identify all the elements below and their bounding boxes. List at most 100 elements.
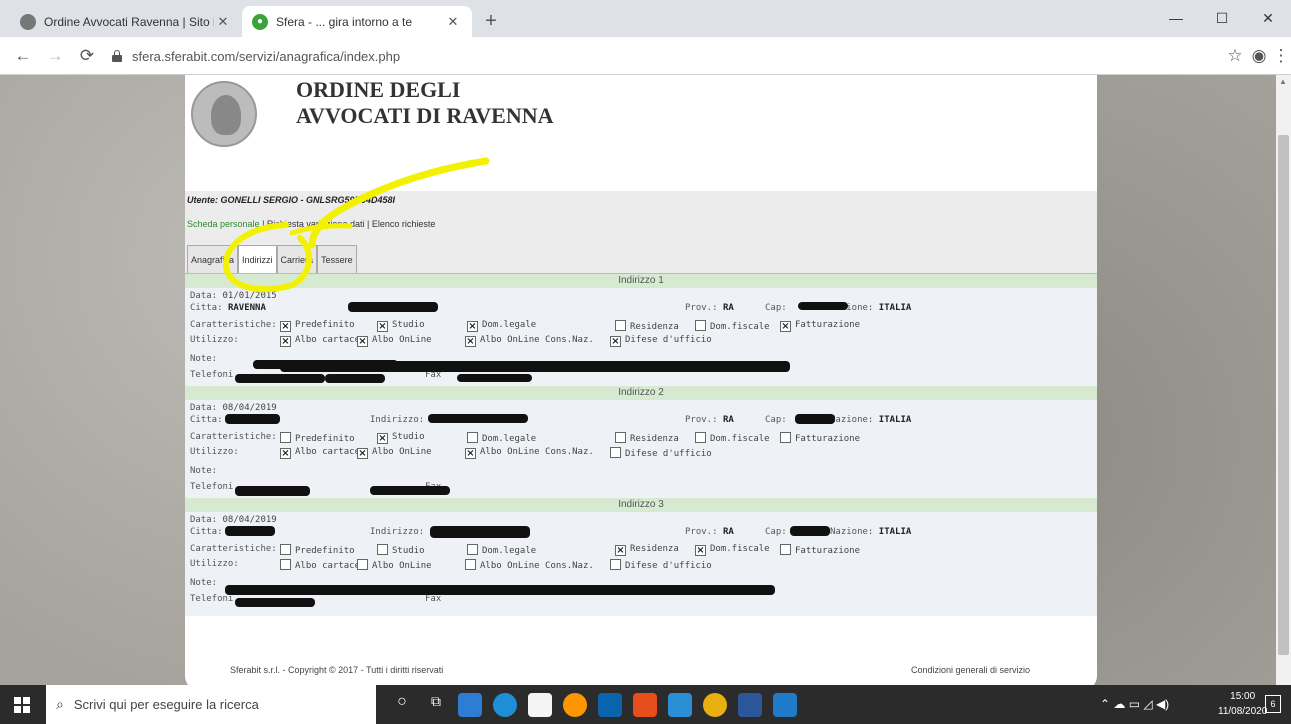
redaction-mark: [225, 414, 280, 424]
reload-icon[interactable]: ⟳: [74, 43, 100, 69]
close-window-button[interactable]: ✕: [1245, 0, 1291, 37]
checkbox[interactable]: ×: [280, 448, 291, 459]
edge-icon[interactable]: [493, 693, 517, 717]
characteristic-checkbox: Residenza: [615, 432, 679, 444]
checkbox[interactable]: [780, 432, 791, 443]
word-icon[interactable]: [738, 693, 762, 717]
tab-anagrafica[interactable]: Anagrafica: [187, 245, 239, 273]
address-date: Data: 01/01/2015: [190, 291, 277, 301]
redaction-mark: [370, 486, 450, 495]
checkbox[interactable]: ×: [465, 448, 476, 459]
redaction-mark: [235, 598, 315, 607]
checkbox[interactable]: [610, 559, 621, 570]
star-icon[interactable]: ☆: [1222, 43, 1248, 69]
checkbox[interactable]: ×: [357, 336, 368, 347]
checkbox[interactable]: ×: [467, 321, 478, 332]
terms-link[interactable]: Condizioni generali di servizio: [911, 665, 1030, 675]
page-footer: Sferabit s.r.l. - Copyright © 2017 - Tut…: [185, 661, 1097, 681]
windows-start-icon[interactable]: [14, 697, 30, 713]
characteristic-checkbox: Dom.fiscale: [695, 432, 770, 444]
checkbox[interactable]: [615, 432, 626, 443]
checkbox[interactable]: ×: [610, 336, 621, 347]
file-explorer-icon[interactable]: [458, 693, 482, 717]
checkbox[interactable]: [465, 559, 476, 570]
checkbox[interactable]: [695, 320, 706, 331]
cortana-icon[interactable]: ○: [390, 693, 414, 717]
checkbox[interactable]: [615, 320, 626, 331]
notification-icon[interactable]: 6: [1265, 695, 1281, 713]
checkbox[interactable]: [695, 432, 706, 443]
back-icon[interactable]: ←: [10, 43, 36, 69]
checkbox[interactable]: ×: [465, 336, 476, 347]
clock[interactable]: 15:00 11/08/2020: [1218, 689, 1267, 719]
utilizzo-label: Utilizzo:: [190, 559, 239, 569]
checkbox[interactable]: ×: [357, 448, 368, 459]
checkbox[interactable]: [467, 544, 478, 555]
taskbar-search[interactable]: ⌕ Scrivi qui per eseguire la ricerca: [46, 685, 376, 724]
checkbox[interactable]: ×: [695, 545, 706, 556]
task-view-icon[interactable]: ⧉: [424, 693, 448, 717]
checkbox[interactable]: [280, 559, 291, 570]
menu-icon[interactable]: ⋮: [1268, 43, 1291, 69]
scroll-thumb[interactable]: [1278, 135, 1289, 655]
checkbox[interactable]: [280, 544, 291, 555]
characteristic-checkbox: Dom.legale: [467, 432, 536, 444]
page-container: ORDINE DEGLI AVVOCATI DI RAVENNA Utente:…: [185, 75, 1097, 685]
outlook-icon[interactable]: [668, 693, 692, 717]
system-tray-icons[interactable]: ⌃ ☁ ▭ ◿ ◀): [1100, 697, 1169, 711]
store-icon[interactable]: [528, 693, 552, 717]
tab-title: Ordine Avvocati Ravenna | Sito i: [44, 14, 214, 29]
characteristic-checkbox: Predefinito: [280, 544, 355, 556]
mail-icon[interactable]: [598, 693, 622, 717]
browser-tab-bar: Ordine Avvocati Ravenna | Sito i ✕ ● Sfe…: [0, 0, 1291, 37]
characteristic-checkbox: Dom.fiscale: [695, 320, 770, 332]
richiesta-variazione-link[interactable]: Richiesta variazione dati: [267, 219, 365, 229]
windows-taskbar: ⌕ Scrivi qui per eseguire la ricerca ○ ⧉…: [0, 685, 1291, 724]
characteristics-label: Caratteristiche:: [190, 320, 277, 330]
usage-checkbox: × Albo OnLine Cons.Naz.: [465, 335, 594, 347]
checkbox[interactable]: ×: [280, 321, 291, 332]
address-bar[interactable]: sfera.sferabit.com/servizi/anagrafica/in…: [112, 42, 1212, 70]
office-icon[interactable]: [633, 693, 657, 717]
scheda-personale-link[interactable]: Scheda personale: [187, 219, 260, 229]
forward-icon[interactable]: →: [42, 43, 68, 69]
checkbox[interactable]: ×: [377, 433, 388, 444]
tab-tessere[interactable]: Tessere: [317, 245, 357, 273]
checkbox[interactable]: [377, 544, 388, 555]
search-placeholder: Scrivi qui per eseguire la ricerca: [73, 697, 259, 712]
browser-tab-active[interactable]: ● Sfera - ... gira intorno a te ✕: [242, 6, 472, 37]
address-body: Data: 01/01/2015Citta: RAVENNAIndirizzo:…: [185, 288, 1097, 386]
tab-indirizzi[interactable]: Indirizzi: [238, 245, 277, 273]
checkbox[interactable]: [357, 559, 368, 570]
checkbox[interactable]: ×: [780, 321, 791, 332]
utilizzo-label: Utilizzo:: [190, 335, 239, 345]
characteristic-checkbox: Fatturazione: [780, 544, 860, 556]
new-tab-button[interactable]: +: [478, 8, 504, 34]
checkbox[interactable]: ×: [615, 545, 626, 556]
elenco-richieste-link[interactable]: Elenco richieste: [372, 219, 436, 229]
minimize-button[interactable]: —: [1153, 0, 1199, 37]
checkbox[interactable]: [780, 544, 791, 555]
checkbox[interactable]: [610, 447, 621, 458]
characteristic-checkbox: Residenza: [615, 320, 679, 332]
redaction-mark: [235, 374, 325, 383]
address-street-label: Indirizzo:: [370, 527, 425, 537]
firefox-icon[interactable]: [563, 693, 587, 717]
characteristic-checkbox: Dom.legale: [467, 544, 536, 556]
close-icon[interactable]: ✕: [444, 14, 462, 30]
close-icon[interactable]: ✕: [214, 14, 232, 30]
scroll-up-icon[interactable]: ▲: [1279, 77, 1287, 86]
photos-icon[interactable]: [773, 693, 797, 717]
address-section: Indirizzo 2 Data: 08/04/2019 Citta: Indiri…: [185, 386, 1097, 498]
checkbox[interactable]: [280, 432, 291, 443]
checkbox[interactable]: ×: [280, 336, 291, 347]
maximize-button[interactable]: ☐: [1199, 0, 1245, 37]
vertical-scrollbar[interactable]: ▲: [1276, 75, 1291, 685]
tab-carriera[interactable]: Carriera: [276, 245, 318, 273]
checkbox[interactable]: [467, 432, 478, 443]
checkbox[interactable]: ×: [377, 321, 388, 332]
lock-icon: [112, 50, 122, 62]
redaction-mark: [430, 526, 530, 538]
browser-tab[interactable]: Ordine Avvocati Ravenna | Sito i ✕: [10, 6, 242, 37]
chrome-icon[interactable]: [703, 693, 727, 717]
